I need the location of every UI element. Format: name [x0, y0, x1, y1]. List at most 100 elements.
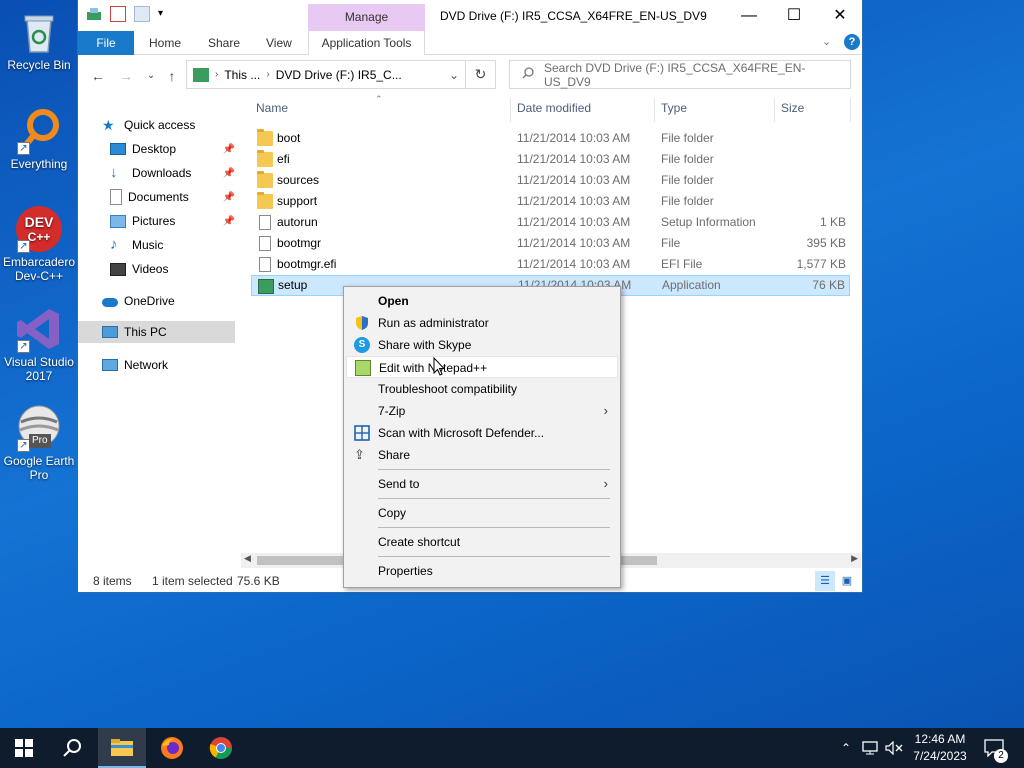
desktop-icon-devcpp[interactable]: DEV C++ ↗ Embarcadero Dev-C++: [2, 205, 76, 283]
mouse-cursor-icon: [433, 356, 446, 377]
large-icons-view-button[interactable]: ▣: [837, 571, 857, 591]
menu-item-scan-defender[interactable]: Scan with Microsoft Defender...: [346, 422, 618, 444]
new-folder-icon[interactable]: [134, 6, 150, 22]
taskbar-file-explorer[interactable]: [98, 728, 146, 768]
nav-item-videos[interactable]: Videos: [110, 258, 235, 280]
scroll-right-icon[interactable]: ▶: [851, 553, 858, 564]
desktop-icon-everything[interactable]: ↗ Everything: [2, 107, 76, 171]
firefox-icon: [161, 737, 183, 759]
chevron-down-icon[interactable]: ⌄: [449, 68, 459, 82]
chevron-down-icon[interactable]: ▾: [158, 6, 174, 22]
google-earth-icon: ↗ Pro: [15, 404, 63, 452]
tab-view[interactable]: View: [256, 31, 302, 55]
tab-home[interactable]: Home: [139, 31, 191, 55]
file-row[interactable]: autorun 11/21/2014 10:03 AM Setup Inform…: [251, 212, 850, 233]
column-divider[interactable]: [850, 98, 851, 122]
file-icon: [259, 257, 271, 272]
maximize-button[interactable]: ☐: [771, 0, 817, 31]
file-row[interactable]: boot 11/21/2014 10:03 AM File folder: [251, 128, 850, 149]
menu-item-copy[interactable]: Copy: [346, 502, 618, 524]
search-button[interactable]: [48, 728, 96, 768]
pin-icon[interactable]: 📌: [223, 192, 235, 203]
nav-item-desktop[interactable]: Desktop 📌: [110, 138, 235, 160]
pin-icon[interactable]: 📌: [223, 216, 235, 227]
menu-item-edit-notepadpp[interactable]: Edit with Notepad++: [346, 356, 618, 378]
start-button[interactable]: [0, 728, 48, 768]
properties-icon[interactable]: [110, 6, 126, 22]
menu-item-properties[interactable]: Properties: [346, 560, 618, 582]
desktop-icon-google-earth[interactable]: ↗ Pro Google Earth Pro: [2, 404, 76, 482]
nav-item-quick-access[interactable]: ★ Quick access: [102, 114, 259, 136]
menu-item-create-shortcut[interactable]: Create shortcut: [346, 531, 618, 553]
details-view-button[interactable]: ☰: [815, 571, 835, 591]
drive-icon: [193, 67, 209, 82]
file-row[interactable]: sources 11/21/2014 10:03 AM File folder: [251, 170, 850, 191]
taskbar-clock[interactable]: 12:46 AM 7/24/2023: [905, 731, 975, 765]
pin-icon[interactable]: 📌: [223, 168, 235, 179]
file-row[interactable]: support 11/21/2014 10:03 AM File folder: [251, 191, 850, 212]
nav-item-music[interactable]: ♪ Music: [110, 234, 235, 256]
column-divider[interactable]: [654, 98, 655, 122]
network-tray-icon[interactable]: [860, 728, 880, 768]
folder-icon: [257, 171, 273, 188]
expand-ribbon-icon[interactable]: ⌄: [822, 35, 831, 48]
nav-item-label: Music: [132, 238, 164, 252]
menu-item-run-as-admin[interactable]: Run as administrator: [346, 312, 618, 334]
menu-item-send-to[interactable]: Send to ›: [346, 473, 618, 495]
desktop-icon-recycle-bin[interactable]: Recycle Bin: [2, 8, 76, 72]
file-row[interactable]: bootmgr 11/21/2014 10:03 AM File 395 KB: [251, 233, 850, 254]
menu-item-share[interactable]: ⇪ Share: [346, 444, 618, 466]
column-header-size[interactable]: Size: [781, 101, 804, 119]
menu-separator: [378, 556, 610, 557]
manage-tab[interactable]: Manage: [308, 4, 425, 31]
file-type: File folder: [661, 194, 714, 208]
menu-separator: [378, 527, 610, 528]
menu-item-troubleshoot[interactable]: Troubleshoot compatibility: [346, 378, 618, 400]
nav-item-documents[interactable]: Documents 📌: [110, 186, 235, 208]
nav-item-this-pc[interactable]: This PC: [78, 321, 235, 343]
breadcrumb-this-pc[interactable]: This ...: [224, 68, 260, 82]
file-row[interactable]: efi 11/21/2014 10:03 AM File folder: [251, 149, 850, 170]
show-hidden-icons-button[interactable]: ⌃: [836, 728, 856, 768]
nav-item-onedrive[interactable]: OneDrive: [102, 290, 259, 312]
tab-application-tools[interactable]: Application Tools: [308, 31, 425, 55]
taskbar-firefox[interactable]: [148, 728, 196, 768]
drive-setup-icon[interactable]: [86, 6, 102, 22]
action-center-button[interactable]: 2: [980, 728, 1008, 768]
forward-button[interactable]: →: [116, 66, 136, 86]
back-button[interactable]: ←: [88, 66, 108, 86]
column-divider[interactable]: [774, 98, 775, 122]
tab-share[interactable]: Share: [198, 31, 250, 55]
minimize-button[interactable]: —: [726, 0, 772, 31]
desktop-icon-visual-studio[interactable]: ↗ Visual Studio 2017: [2, 305, 76, 383]
shortcut-arrow-icon: ↗: [17, 142, 30, 155]
nav-item-network[interactable]: Network: [102, 354, 259, 376]
menu-item-open[interactable]: Open: [346, 290, 618, 312]
breadcrumb-dvd-drive[interactable]: DVD Drive (F:) IR5_C...: [276, 68, 402, 82]
volume-muted-icon[interactable]: [884, 728, 904, 768]
help-icon[interactable]: ?: [844, 34, 860, 50]
refresh-button[interactable]: ↻: [466, 60, 496, 89]
recent-locations-button[interactable]: ⌄: [141, 66, 161, 86]
file-row[interactable]: bootmgr.efi 11/21/2014 10:03 AM EFI File…: [251, 254, 850, 275]
column-header-type[interactable]: Type: [661, 101, 687, 119]
nav-item-downloads[interactable]: ↓ Downloads 📌: [110, 162, 235, 184]
menu-item-share-skype[interactable]: S Share with Skype: [346, 334, 618, 356]
nav-item-pictures[interactable]: Pictures 📌: [110, 210, 235, 232]
up-button[interactable]: ↑: [162, 66, 182, 86]
menu-item-7zip[interactable]: 7-Zip ›: [346, 400, 618, 422]
close-button[interactable]: ✕: [817, 0, 863, 31]
search-input[interactable]: Search DVD Drive (F:) IR5_CCSA_X64FRE_EN…: [509, 60, 851, 89]
address-row: ← → ⌄ ↑ › This ... › DVD Drive (F:) IR5_…: [78, 56, 862, 94]
tab-file[interactable]: File: [78, 31, 134, 55]
column-divider[interactable]: [510, 98, 511, 122]
column-header-date[interactable]: Date modified: [517, 101, 591, 119]
pin-icon[interactable]: 📌: [223, 144, 235, 155]
nav-item-label: Desktop: [132, 142, 177, 156]
column-header-name[interactable]: Name: [256, 101, 288, 119]
search-placeholder: Search DVD Drive (F:) IR5_CCSA_X64FRE_EN…: [544, 60, 806, 89]
taskbar-chrome[interactable]: [197, 728, 245, 768]
nav-item-label: Pictures: [132, 214, 176, 228]
scroll-left-icon[interactable]: ◀: [244, 553, 251, 564]
address-bar[interactable]: › This ... › DVD Drive (F:) IR5_C... ⌄: [186, 60, 466, 89]
